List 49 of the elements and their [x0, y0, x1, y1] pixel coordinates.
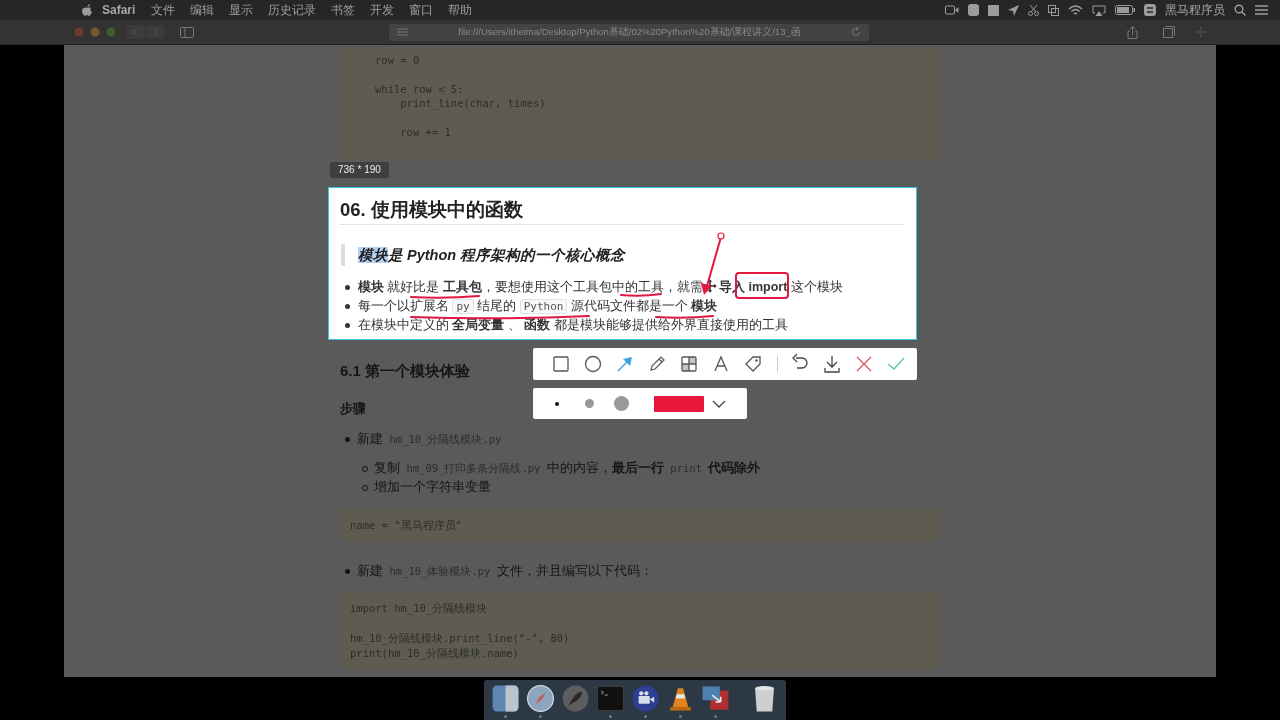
grid-icon	[678, 353, 700, 375]
dot-icon	[584, 399, 594, 408]
menu-item[interactable]: 历史记录	[268, 1, 317, 19]
send-icon[interactable]	[1008, 4, 1019, 16]
menu-item[interactable]: 帮助	[448, 1, 473, 19]
dot-icon	[555, 401, 559, 406]
square-icon[interactable]	[988, 4, 999, 16]
move-cursor-icon	[702, 279, 717, 294]
underline-mark	[410, 295, 480, 300]
badge-icon[interactable]	[968, 4, 979, 16]
finder-icon[interactable]	[490, 683, 521, 714]
underline-mark	[655, 315, 714, 320]
scissors-icon[interactable]	[1028, 4, 1039, 16]
video-camera-icon[interactable]	[945, 5, 959, 15]
underline-mark	[620, 293, 662, 298]
menu-item[interactable]: 书签	[331, 1, 356, 19]
menu-item[interactable]: 显示	[229, 1, 254, 19]
app-icon[interactable]	[1144, 4, 1156, 16]
sidebar-icon[interactable]	[180, 26, 194, 38]
menu-item[interactable]: 文件	[151, 1, 176, 19]
list-icon[interactable]	[1255, 5, 1268, 15]
share-icon[interactable]	[1127, 25, 1138, 39]
airplay-icon[interactable]	[1092, 4, 1106, 16]
video-camera-icon[interactable]	[630, 683, 661, 714]
wifi-icon[interactable]	[1068, 4, 1083, 16]
apple-icon	[81, 3, 93, 17]
user-name[interactable]: 黑马程序员	[1165, 1, 1225, 19]
size-label: 736 * 190	[330, 162, 389, 178]
circle-icon	[582, 353, 604, 375]
dot-icon	[613, 396, 629, 411]
section-heading: 06. 使用模块中的函数	[340, 199, 904, 226]
caret-icon[interactable]	[712, 399, 726, 408]
download-icon	[821, 353, 843, 375]
rectangle-icon	[550, 353, 572, 375]
subsection-heading: 6.1 第一个模块体验	[340, 362, 471, 381]
compass-icon[interactable]	[525, 683, 556, 714]
quote-text: 模块是 Python 程序架构的一个核心概念	[341, 244, 916, 267]
list-item: 每一个以扩展名 py 结尾的 Python 源代码文件都是一个 模块	[340, 297, 916, 317]
menu-item[interactable]: 编辑	[190, 1, 215, 19]
menu-item[interactable]: 开发	[370, 1, 395, 19]
battery-icon[interactable]	[1115, 5, 1135, 15]
tabs-icon[interactable]	[1163, 26, 1175, 38]
search-icon[interactable]	[1234, 4, 1246, 16]
steps-label: 步骤	[340, 401, 366, 419]
copy-icon[interactable]	[1048, 4, 1059, 16]
color-swatch[interactable]	[654, 395, 704, 412]
list-item: 在模块中定义的 全局变量 、 函数 都是模块能够提供给外界直接使用的工具	[340, 316, 916, 336]
app-menu[interactable]: Safari	[102, 3, 136, 17]
menu-item[interactable]: 窗口	[409, 1, 434, 19]
